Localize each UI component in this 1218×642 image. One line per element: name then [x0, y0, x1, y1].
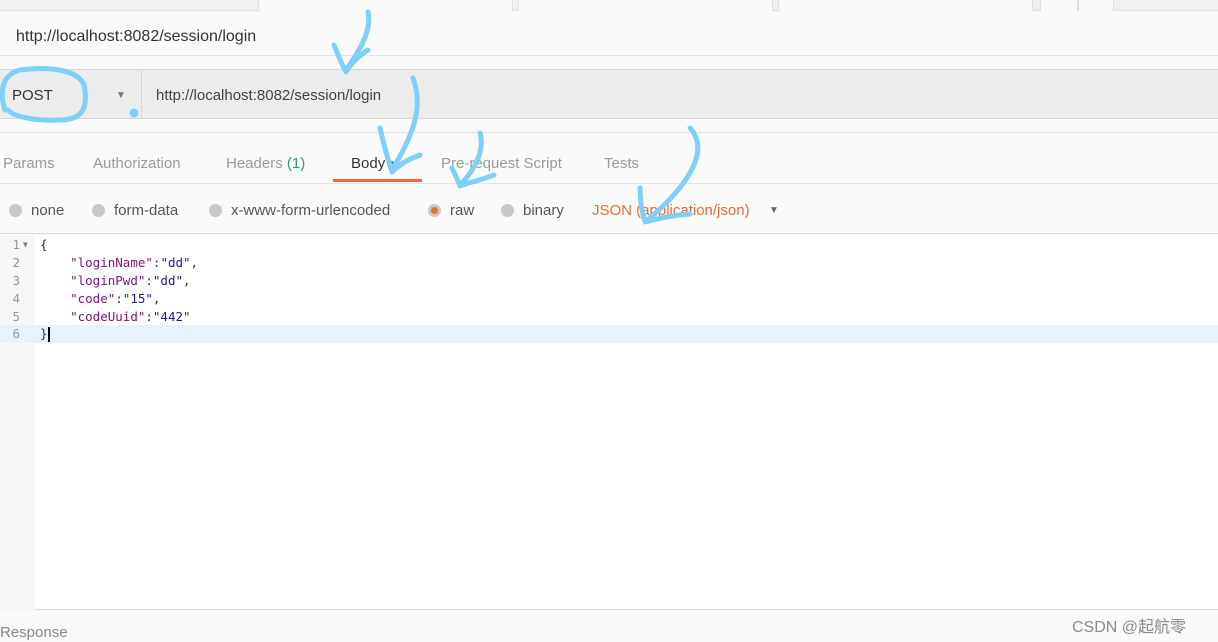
modified-dot-icon	[389, 161, 396, 168]
tab-tests[interactable]: Tests	[604, 155, 639, 172]
code-editor[interactable]: 1 ▼ { 2 "loginName":"dd", 3 "loginPwd":"dd…	[0, 235, 1218, 610]
json-value: "442"	[152, 309, 191, 324]
code-line: 2 "loginName":"dd",	[0, 254, 1218, 272]
active-tab-underline	[333, 179, 422, 182]
code-text: }	[40, 325, 50, 343]
code-line-current: 6}	[0, 325, 1218, 343]
json-sep: ,	[152, 291, 161, 306]
tab-params[interactable]: Params	[3, 155, 55, 172]
tab-strip	[0, 0, 1218, 11]
json-sep: ,	[190, 255, 199, 270]
tab-authorization[interactable]: Authorization	[93, 155, 181, 172]
code-text: "codeUuid":"442"	[70, 309, 191, 324]
code-text: "loginPwd":"dd",	[70, 273, 191, 288]
tab-pre-request-script[interactable]: Pre-request Script	[441, 155, 562, 172]
radio-binary[interactable]: binary	[501, 202, 564, 219]
url-bar: POST ▼ http://localhost:8082/session/log…	[0, 69, 1218, 119]
headers-count: (1)	[286, 155, 306, 172]
tab-body-label: Body	[351, 155, 386, 172]
radio-icon	[92, 204, 105, 217]
json-key: "loginName"	[70, 255, 153, 270]
json-value: "dd"	[160, 255, 191, 270]
radio-label: form-data	[114, 202, 179, 219]
tab[interactable]	[518, 0, 773, 11]
line-number: 5	[12, 309, 20, 324]
radio-icon	[9, 204, 22, 217]
radio-none[interactable]: none	[9, 202, 64, 219]
text-cursor	[47, 327, 50, 342]
fold-arrow-icon[interactable]: ▼	[23, 236, 28, 254]
code-line: 1 ▼ {	[0, 236, 1218, 254]
tab[interactable]	[1078, 0, 1114, 11]
radio-icon	[209, 204, 222, 217]
watermark: CSDN @起航零	[1072, 619, 1187, 636]
code-line: 4 "code":"15",	[0, 290, 1218, 308]
json-sep: ,	[183, 273, 191, 288]
radio-raw[interactable]: raw	[428, 202, 474, 219]
caret-down-icon[interactable]: ▼	[769, 205, 779, 216]
line-number: 4	[12, 291, 20, 306]
request-title: http://localhost:8082/session/login	[0, 11, 1218, 56]
radio-icon	[501, 204, 514, 217]
code-line: 5 "codeUuid":"442"	[0, 308, 1218, 326]
tab[interactable]	[258, 0, 513, 11]
caret-down-icon: ▼	[116, 90, 126, 101]
method-select[interactable]: POST ▼	[0, 70, 142, 118]
tab[interactable]	[778, 0, 1033, 11]
radio-selected-icon	[428, 204, 441, 217]
close-brace: }	[40, 326, 48, 341]
json-key: "codeUuid"	[70, 309, 146, 324]
code-line: 3 "loginPwd":"dd",	[0, 272, 1218, 290]
json-key: "loginPwd"	[70, 273, 146, 288]
content-type-select[interactable]: JSON (application/json)	[592, 202, 750, 219]
body-mode-options: none form-data x-www-form-urlencoded raw…	[0, 184, 1218, 234]
code-text: "code":"15",	[70, 291, 161, 306]
response-label: Response	[0, 624, 68, 641]
radio-form-data[interactable]: form-data	[92, 202, 178, 219]
code-text: "loginName":"dd",	[70, 255, 199, 270]
json-key: "code"	[70, 291, 116, 306]
radio-urlencoded[interactable]: x-www-form-urlencoded	[209, 202, 390, 219]
code-text: {	[40, 237, 48, 252]
request-tabs: Params Authorization Headers (1) Body Pr…	[0, 132, 1218, 184]
url-input[interactable]: http://localhost:8082/session/login	[156, 87, 381, 104]
line-number: 3	[12, 273, 20, 288]
radio-label: raw	[450, 202, 475, 219]
tab-headers[interactable]: Headers (1)	[226, 155, 305, 172]
line-number: 1	[12, 237, 20, 252]
tab-headers-label: Headers	[226, 155, 283, 172]
line-number: 2	[12, 255, 20, 270]
radio-label: binary	[523, 202, 564, 219]
method-label: POST	[12, 87, 53, 104]
tab-body[interactable]: Body	[351, 155, 396, 172]
tab[interactable]	[1040, 0, 1078, 11]
radio-label: none	[31, 202, 65, 219]
radio-label: x-www-form-urlencoded	[231, 202, 391, 219]
json-value: "dd"	[152, 273, 184, 288]
line-number: 6	[12, 326, 20, 341]
json-value: "15"	[122, 291, 153, 306]
